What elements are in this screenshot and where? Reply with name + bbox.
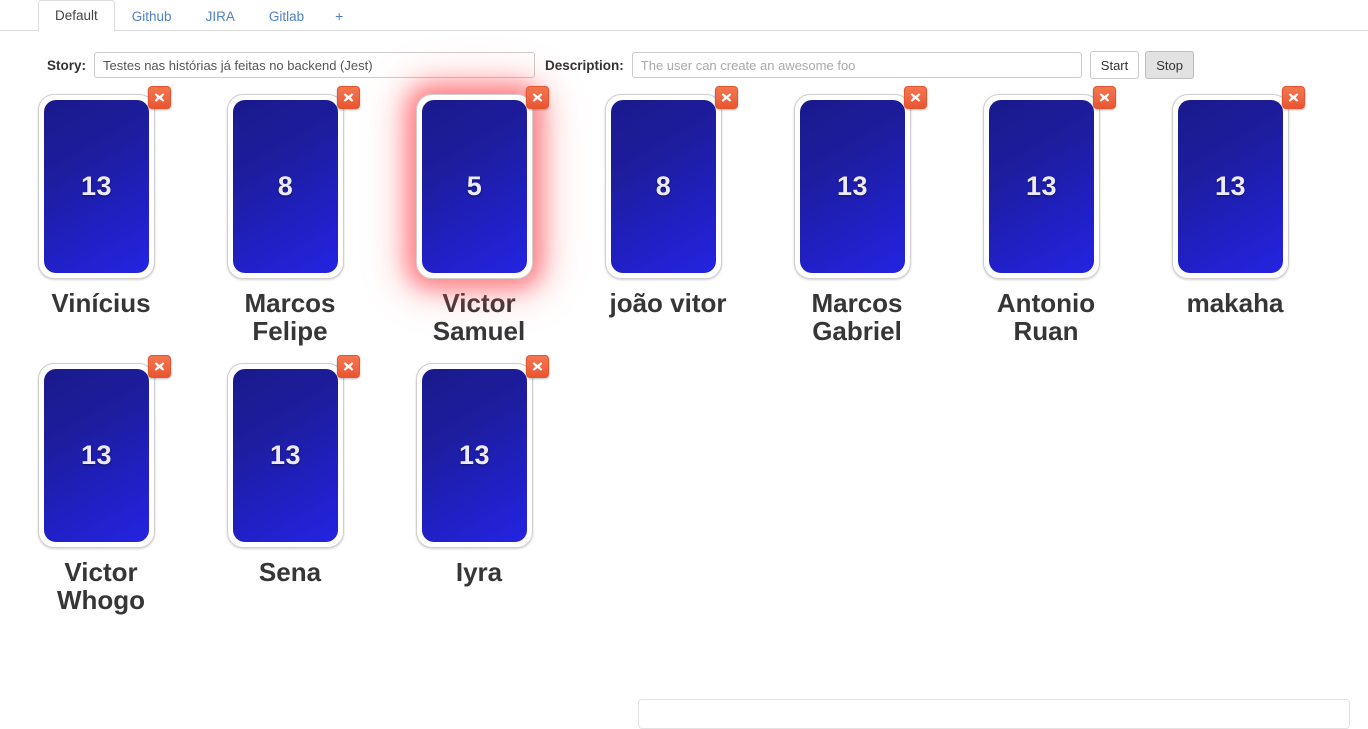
player-card-slot: 8 Marcos Felipe [215, 86, 404, 347]
card-body[interactable]: 13 [983, 94, 1100, 279]
tab-github[interactable]: Github [115, 1, 189, 33]
player-card-slot: 13 Iyra [404, 355, 593, 614]
tab-add-new[interactable]: + [321, 0, 357, 32]
player-name: Iyra [455, 557, 503, 588]
card-estimate-value: 8 [655, 171, 672, 201]
tab-default[interactable]: Default [38, 0, 115, 32]
story-label: Story: [47, 57, 87, 73]
tab-jira[interactable]: JIRA [189, 1, 252, 33]
card-face[interactable]: 13 [422, 369, 527, 543]
player-card-slot: 13 Vinícius [26, 86, 215, 345]
player-card[interactable]: 13 [794, 86, 927, 279]
card-estimate-value: 8 [277, 171, 294, 201]
close-icon[interactable] [715, 86, 738, 109]
stop-button[interactable]: Stop [1145, 51, 1194, 79]
player-card-slot: 13 Sena [215, 355, 404, 614]
card-face[interactable]: 13 [800, 100, 905, 273]
card-estimate-value: 13 [1214, 171, 1247, 201]
start-button[interactable]: Start [1089, 51, 1140, 79]
player-name: Victor Samuel [432, 288, 526, 347]
card-body[interactable]: 5 [416, 94, 533, 279]
card-estimate-value: 13 [269, 440, 302, 471]
player-name: Marcos Felipe [244, 288, 336, 347]
story-input[interactable] [94, 52, 536, 78]
card-grid: 13 Vinícius 8 Marcos Felipe 5 Victor Samuel 8 j… [0, 82, 1368, 632]
close-icon[interactable] [148, 355, 171, 379]
close-icon[interactable] [148, 86, 171, 109]
player-card[interactable]: 13 [983, 86, 1116, 279]
player-card-slot: 13 Marcos Gabriel [782, 86, 971, 347]
story-form-row: Story: Description: Start Stop [0, 31, 1368, 82]
player-card-slot: 13 Antonio Ruan [971, 86, 1160, 347]
card-face[interactable]: 8 [233, 100, 338, 273]
card-body[interactable]: 13 [38, 363, 155, 549]
card-face[interactable]: 13 [44, 369, 149, 543]
card-estimate-value: 13 [80, 440, 113, 471]
player-card[interactable]: 8 [605, 86, 738, 279]
close-icon[interactable] [1282, 86, 1305, 109]
card-estimate-value: 13 [458, 440, 491, 471]
player-name: Antonio Ruan [996, 288, 1096, 347]
card-estimate-value: 13 [80, 171, 113, 201]
card-face[interactable]: 13 [989, 100, 1094, 273]
card-body[interactable]: 13 [1172, 94, 1289, 279]
description-label: Description: [545, 57, 624, 73]
card-face[interactable]: 13 [233, 369, 338, 543]
bottom-panel [638, 699, 1350, 729]
card-estimate-value: 5 [466, 171, 483, 201]
player-card-slot: 8 joão vitor [593, 86, 782, 345]
close-icon[interactable] [337, 355, 360, 379]
player-card[interactable]: 13 [227, 355, 360, 549]
description-input[interactable] [631, 52, 1082, 78]
player-card-slot: 13 Victor Whogo [26, 355, 215, 616]
player-card-slot: 5 Victor Samuel [404, 86, 593, 347]
close-icon[interactable] [337, 86, 360, 109]
player-name: Sena [258, 557, 322, 588]
close-icon[interactable] [1093, 86, 1116, 109]
player-card-slot: 13 makaha [1160, 86, 1349, 345]
card-body[interactable]: 13 [416, 363, 533, 549]
player-card[interactable]: 13 [38, 86, 171, 279]
close-icon[interactable] [904, 86, 927, 109]
close-icon[interactable] [526, 355, 549, 379]
card-face[interactable]: 8 [611, 100, 716, 273]
tab-gitlab[interactable]: Gitlab [252, 1, 321, 33]
player-name: Victor Whogo [56, 557, 146, 616]
close-icon[interactable] [526, 86, 549, 109]
card-body[interactable]: 8 [605, 94, 722, 279]
player-card[interactable]: 13 [38, 355, 171, 549]
card-face[interactable]: 13 [1178, 100, 1283, 273]
player-card[interactable]: 8 [227, 86, 360, 279]
card-body[interactable]: 13 [794, 94, 911, 279]
player-name: makaha [1186, 288, 1284, 318]
card-estimate-value: 13 [1025, 171, 1058, 201]
card-face[interactable]: 13 [44, 100, 149, 273]
card-estimate-value: 13 [836, 171, 869, 201]
card-face[interactable]: 5 [422, 100, 527, 273]
tab-bar: Default Github JIRA Gitlab + [0, 0, 1368, 33]
player-card[interactable]: 5 [416, 86, 549, 279]
player-name: Marcos Gabriel [811, 288, 903, 347]
player-name: joão vitor [609, 288, 727, 318]
card-body[interactable]: 13 [227, 363, 344, 549]
player-name: Vinícius [51, 288, 151, 318]
card-body[interactable]: 13 [38, 94, 155, 279]
player-card[interactable]: 13 [416, 355, 549, 549]
card-body[interactable]: 8 [227, 94, 344, 279]
player-card[interactable]: 13 [1172, 86, 1305, 279]
